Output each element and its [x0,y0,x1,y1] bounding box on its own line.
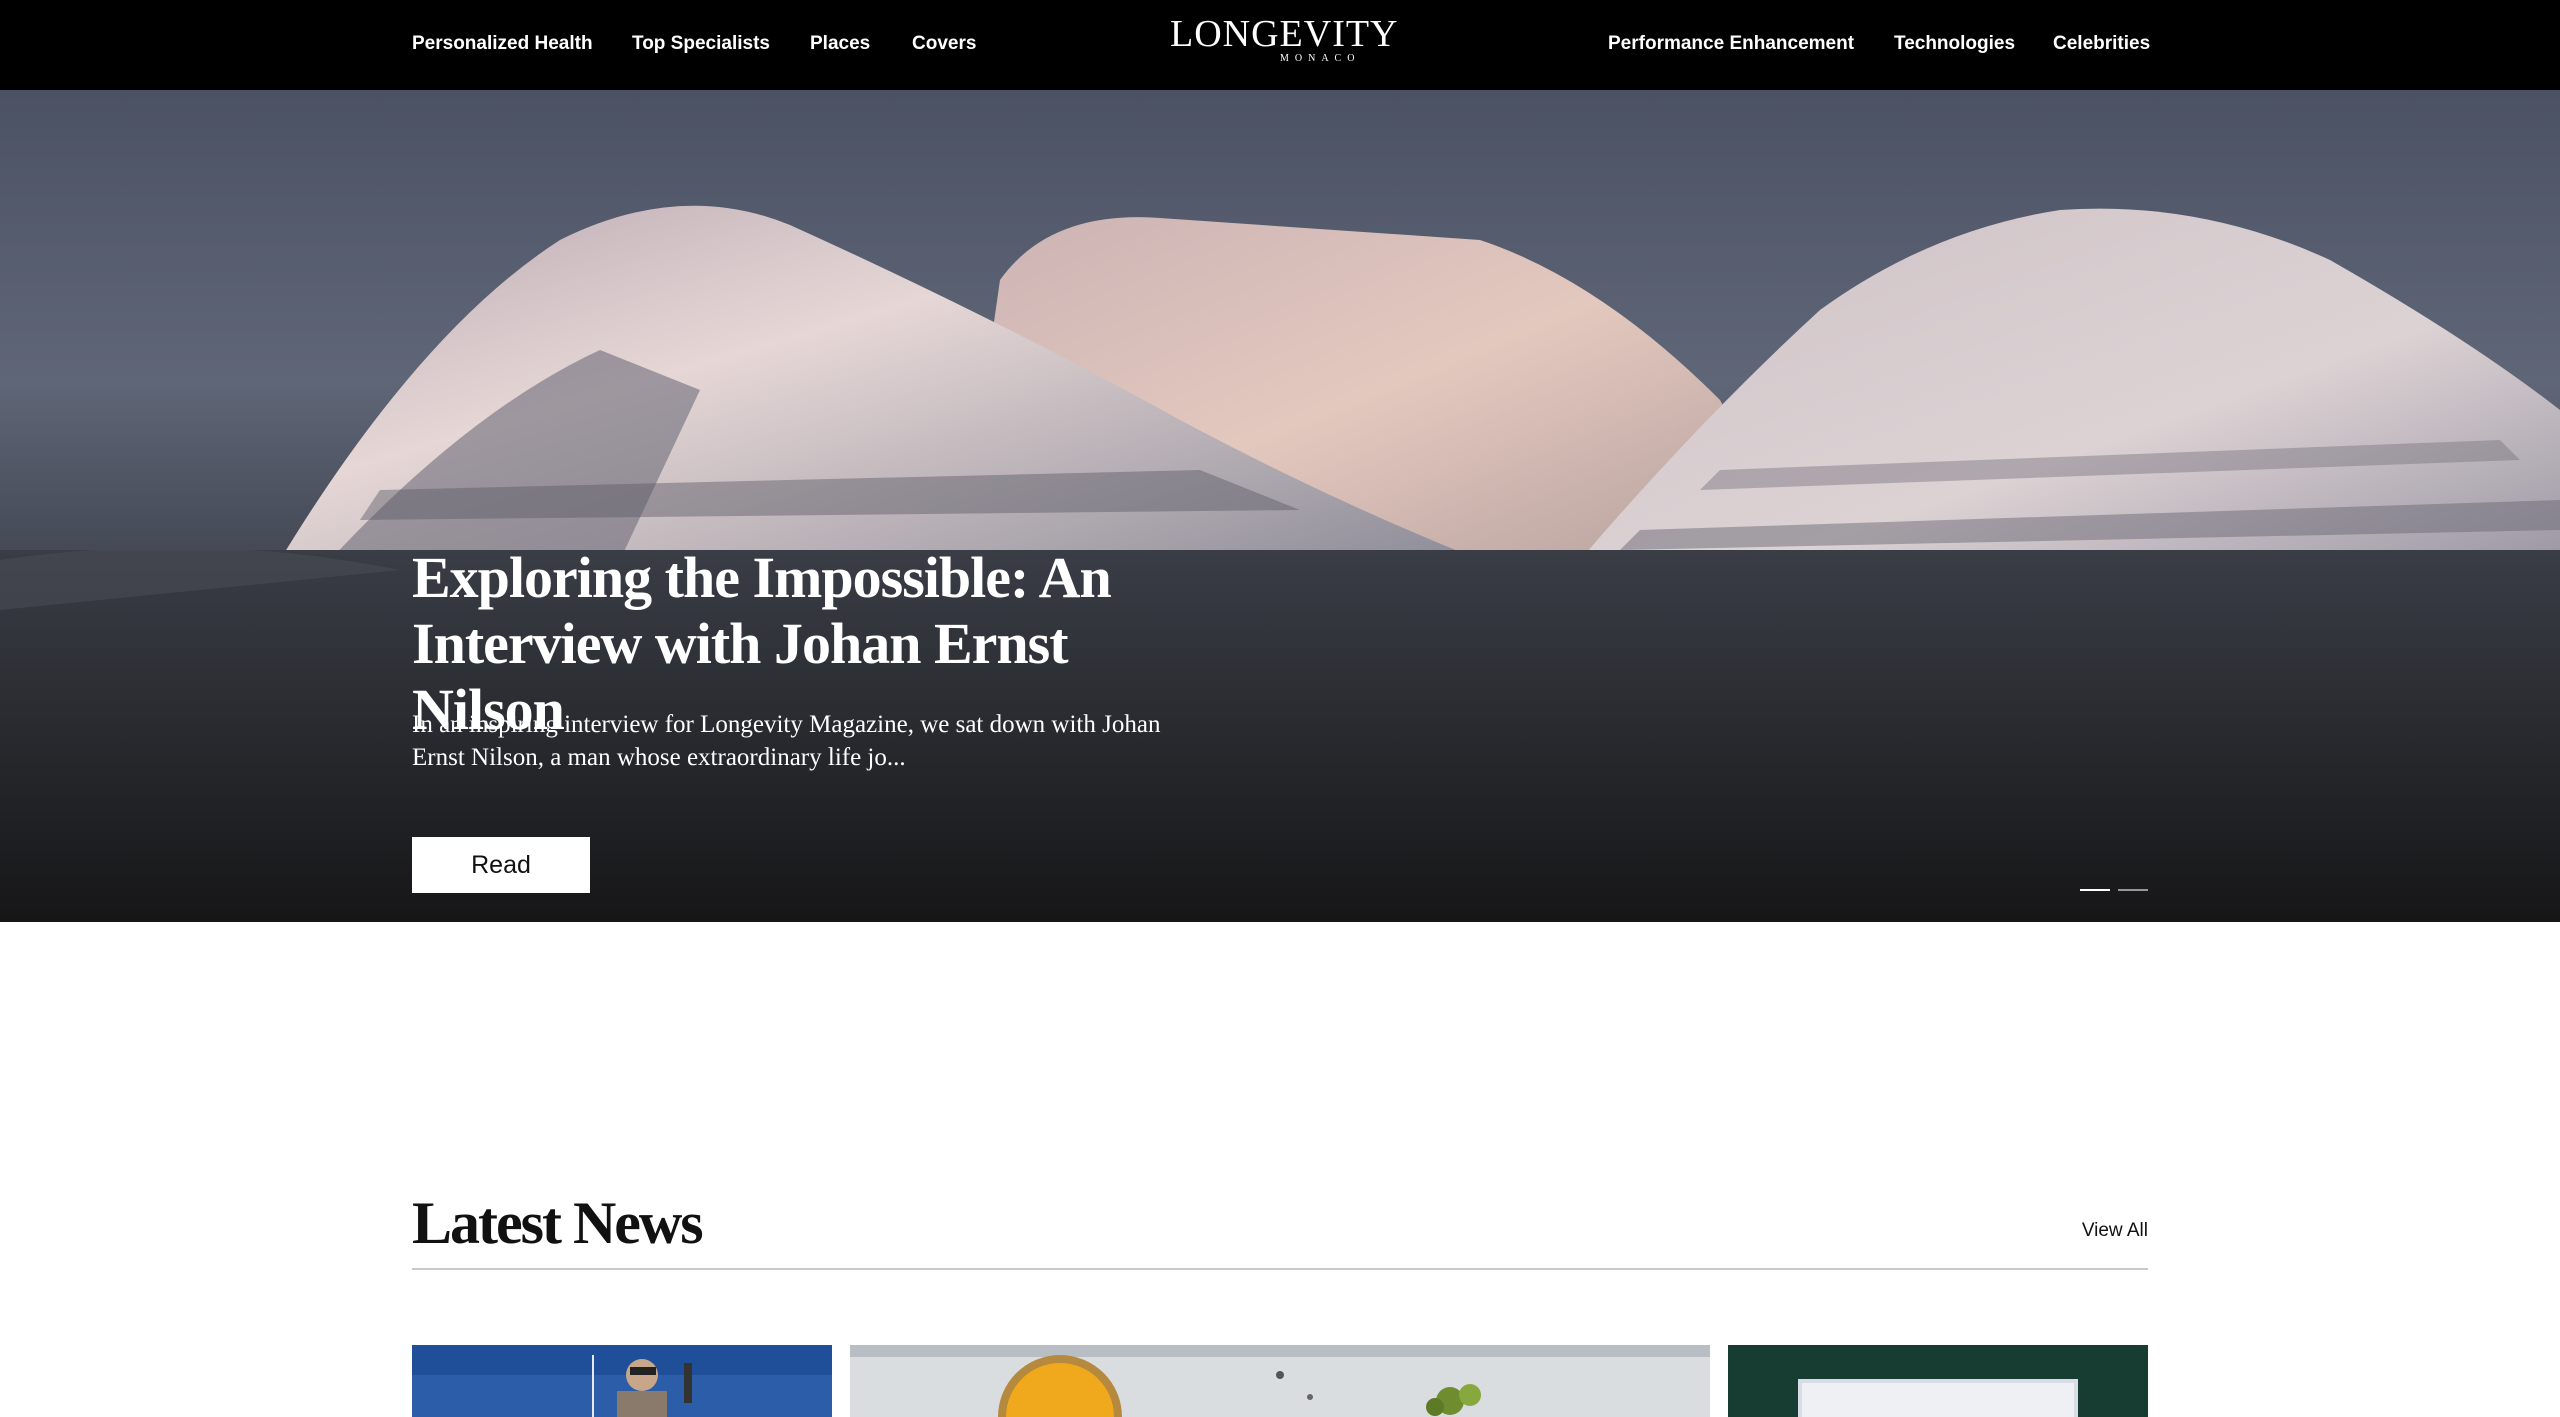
news-card-1[interactable] [412,1345,832,1417]
top-navigation: Personalized Health Top Specialists Plac… [0,0,2560,90]
nav-link-celebrities[interactable]: Celebrities [2053,0,2150,90]
news-card-3-image [1728,1345,2148,1417]
nav-link-places[interactable]: Places [810,0,870,90]
view-all-link[interactable]: View All [2020,1220,2148,1242]
logo-subtitle: MONACO [1280,53,1361,64]
site-logo[interactable]: LONGEVITY MONACO [1170,13,1399,64]
hero-slider: Exploring the Impossible: An Interview w… [0,90,2560,922]
slider-dot-2[interactable] [2118,889,2148,891]
nav-link-personalized-health[interactable]: Personalized Health [412,0,593,90]
nav-link-covers[interactable]: Covers [912,0,976,90]
nav-link-technologies[interactable]: Technologies [1894,0,2015,90]
nav-link-top-specialists[interactable]: Top Specialists [632,0,770,90]
news-card-2-image [850,1345,1710,1417]
news-card-1-image [412,1345,832,1417]
section-divider [412,1268,2148,1270]
logo-wordmark: LONGEVITY [1170,13,1399,55]
hero-mountain-image [0,90,2560,922]
latest-news-heading: Latest News [412,1190,704,1256]
hero-excerpt: In an inspiring interview for Longevity … [412,711,1161,771]
slider-dot-1[interactable] [2080,889,2110,891]
slider-pagination [2080,889,2150,893]
read-button[interactable]: Read [412,837,590,893]
news-card-2[interactable] [850,1345,1710,1417]
nav-link-performance-enhancement[interactable]: Performance Enhancement [1608,0,1854,90]
news-card-3[interactable] [1728,1345,2148,1417]
